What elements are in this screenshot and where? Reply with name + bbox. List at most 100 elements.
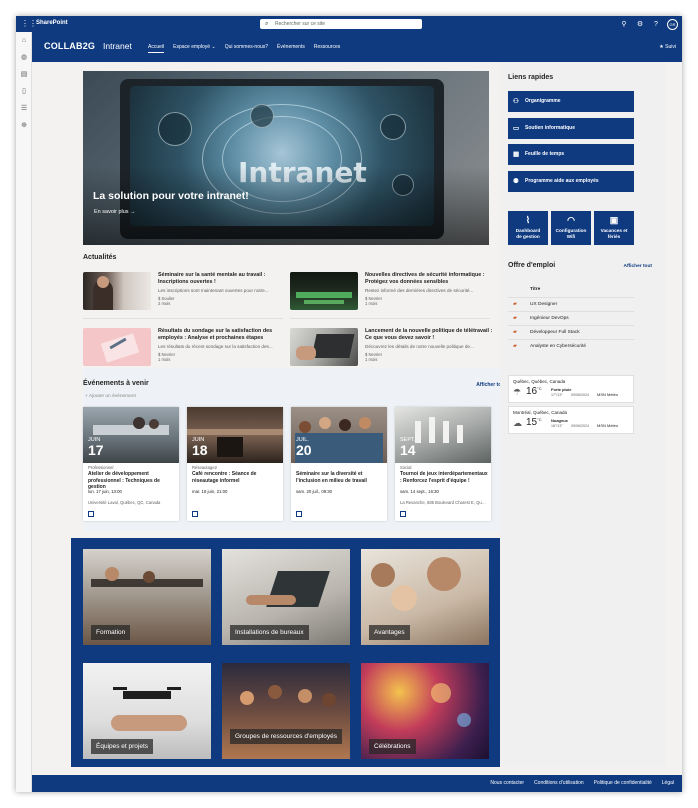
tile-label: Groupes de ressources d'employés xyxy=(230,729,343,744)
sharepoint-window: ⋮⋮ SharePoint ⌕ Rechercher sur ce site ⚲… xyxy=(16,16,682,792)
add-to-calendar-icon[interactable] xyxy=(400,511,406,517)
event-title: Tournoi de jeux interdépartementaux : Re… xyxy=(400,471,488,484)
person-shape xyxy=(105,567,119,581)
tile-installations[interactable]: Installations de bureaux xyxy=(222,549,350,645)
job-row[interactable]: ▰ Analyste en Cybersécurité xyxy=(508,339,634,353)
job-row[interactable]: ▰ Ingénieur DevOps xyxy=(508,311,634,325)
tile-label: Vacances et xyxy=(600,228,628,233)
tile-equipes[interactable]: Équipes et projets xyxy=(83,663,211,759)
nav-item-evenements[interactable]: Événements xyxy=(277,44,305,53)
add-event-button[interactable]: + Ajouter un événement xyxy=(85,394,136,399)
tile-celebrations[interactable]: Célébrations xyxy=(361,663,489,759)
hero-banner[interactable]: Intranet La solution pour votre intranet… xyxy=(83,71,489,245)
news-item[interactable]: Séminaire sur la santé mentale au travai… xyxy=(83,272,283,316)
globe-icon[interactable]: ◍ xyxy=(16,49,32,66)
person-shape xyxy=(268,685,282,699)
nav-item-qui-sommes-nous[interactable]: Qui sommes-nous? xyxy=(225,44,268,53)
add-to-calendar-icon[interactable] xyxy=(296,511,302,517)
event-datetime: mar. 18 juin, 21:00 xyxy=(192,489,228,494)
share-icon[interactable]: ⚲ xyxy=(619,20,629,28)
news-text: Nouvelles directives de sécurité informa… xyxy=(365,272,493,306)
weather-condition: Forte pluie xyxy=(551,387,572,392)
news-age: 1 mois xyxy=(365,301,378,306)
site-name[interactable]: Intranet xyxy=(103,41,132,51)
footer-link-privacy[interactable]: Politique de confidentialité xyxy=(594,780,652,786)
drone-arm xyxy=(113,687,127,690)
event-category: Social xyxy=(400,465,412,470)
add-to-calendar-icon[interactable] xyxy=(192,511,198,517)
star-icon: ★ xyxy=(659,44,664,50)
footer-link-conditions[interactable]: Conditions d'utilisation xyxy=(534,780,584,786)
nav-item-espace-employe[interactable]: Espace employé ⌄ xyxy=(173,44,216,53)
bokeh-shape xyxy=(457,713,471,727)
event-day: 14 xyxy=(400,442,416,458)
quick-link-organigramme[interactable]: ⚇ Organigramme xyxy=(508,91,634,112)
document-icon: ▰ xyxy=(513,343,517,349)
weather-card[interactable]: Montréal, Québec, Canada ☁ 15°C Nuageux … xyxy=(508,406,634,434)
news-thumbnail xyxy=(83,328,151,366)
event-card[interactable]: SEPT. 14 Social Tournoi de jeux interdép… xyxy=(395,407,491,521)
weather-source: MSN Météo xyxy=(597,392,619,397)
quick-link-soutien-informatique[interactable]: ▭ Soutien informatique xyxy=(508,118,634,139)
tile-formation[interactable]: Formation xyxy=(83,549,211,645)
tile-avantages[interactable]: Avantages xyxy=(361,549,489,645)
event-location: La Revanche, 585 Boulevard Charest E, Qu… xyxy=(400,500,488,505)
footer-link-contact[interactable]: Nous contacter xyxy=(490,780,524,786)
quick-link-programme-aide[interactable]: ⚉ Programme aide aux employés xyxy=(508,171,634,192)
news-desc: Découvrez les détails de notre nouvelle … xyxy=(365,344,474,349)
job-row[interactable]: ▰ Développeur Full Stack xyxy=(508,325,634,339)
event-category: Professionnel xyxy=(88,465,114,470)
tile-dashboard[interactable]: ⌇ Dashboard de gestion xyxy=(508,211,548,245)
app-launcher-icon[interactable]: ⋮⋮ xyxy=(21,20,37,28)
site-logo[interactable]: COLLAB2G xyxy=(44,41,95,51)
news-text: Lancement de la nouvelle politique de té… xyxy=(365,328,493,362)
weather-unit: °C xyxy=(537,386,542,391)
event-card[interactable]: JUIN 17 Professionnel Atelier de dévelop… xyxy=(83,407,179,521)
news-item[interactable]: Résultats du sondage sur la satisfaction… xyxy=(83,328,283,372)
news-icon[interactable]: ▤ xyxy=(16,66,32,83)
gear-icon[interactable]: ⚙ xyxy=(635,20,645,28)
quick-link-feuille-de-temps[interactable]: ▦ Feuille de temps xyxy=(508,144,634,165)
news-title[interactable]: Résultats du sondage sur la satisfaction… xyxy=(158,328,286,342)
help-icon[interactable]: ? xyxy=(651,21,661,28)
nav-item-accueil[interactable]: Accueil xyxy=(148,44,165,53)
event-card[interactable]: JUIN 18 Réseautage2 Café rencontre : Séa… xyxy=(187,407,283,521)
document-icon: ▰ xyxy=(513,329,517,335)
avatar[interactable]: GR xyxy=(667,18,678,30)
news-item[interactable]: Nouvelles directives de sécurité informa… xyxy=(290,272,490,316)
weather-condition: Nuageux xyxy=(551,418,568,423)
follow-label: Suivi xyxy=(665,44,676,50)
job-row[interactable]: ▰ UX Designer xyxy=(508,297,634,311)
app-name[interactable]: SharePoint xyxy=(36,20,68,26)
person-shape xyxy=(371,563,395,587)
hero-link[interactable]: En savoir plus → xyxy=(94,209,136,215)
weather-card[interactable]: Québec, Québec, Canada ☂ 16°C Forte plui… xyxy=(508,375,634,403)
tile-wifi[interactable]: ◠ Configuration Wifi xyxy=(551,211,591,245)
tile-groupes[interactable]: Groupes de ressources d'employés xyxy=(222,663,350,759)
job-title: UX Designer xyxy=(530,302,558,307)
home-icon[interactable]: ⌂ xyxy=(16,32,32,49)
news-title[interactable]: Séminaire sur la santé mentale au travai… xyxy=(158,272,286,286)
list-icon[interactable]: ☰ xyxy=(16,100,32,117)
add-icon: + xyxy=(85,394,88,399)
follow-button[interactable]: ★ Suivi xyxy=(659,44,676,50)
tile-label: Formation xyxy=(91,625,131,640)
add-to-calendar-icon[interactable] xyxy=(88,511,94,517)
news-title[interactable]: Nouvelles directives de sécurité informa… xyxy=(365,272,493,286)
add-icon[interactable]: ⊕ xyxy=(16,117,32,134)
hero-link-label: En savoir plus xyxy=(94,209,129,215)
hero-title: La solution pour votre intranet! xyxy=(93,190,249,202)
globe-icon xyxy=(158,112,192,146)
footer-link-legal[interactable]: Légal xyxy=(662,780,674,786)
search-input[interactable]: ⌕ Rechercher sur ce site xyxy=(260,19,422,29)
news-item[interactable]: Lancement de la nouvelle politique de té… xyxy=(290,328,493,372)
events-heading: Événements à venir xyxy=(83,380,149,387)
document-icon: ▰ xyxy=(513,301,517,307)
page-icon[interactable]: ▯ xyxy=(16,83,32,100)
news-thumbnail xyxy=(83,272,151,310)
news-title[interactable]: Lancement de la nouvelle politique de té… xyxy=(365,328,493,342)
event-card[interactable]: JUIL. 20 Séminaire sur la diversité et l… xyxy=(291,407,387,521)
nav-item-ressources[interactable]: Ressources xyxy=(314,44,340,53)
tile-vacances[interactable]: ▣ Vacances et fériés xyxy=(594,211,634,245)
jobs-see-all-link[interactable]: Afficher tout xyxy=(623,264,652,269)
